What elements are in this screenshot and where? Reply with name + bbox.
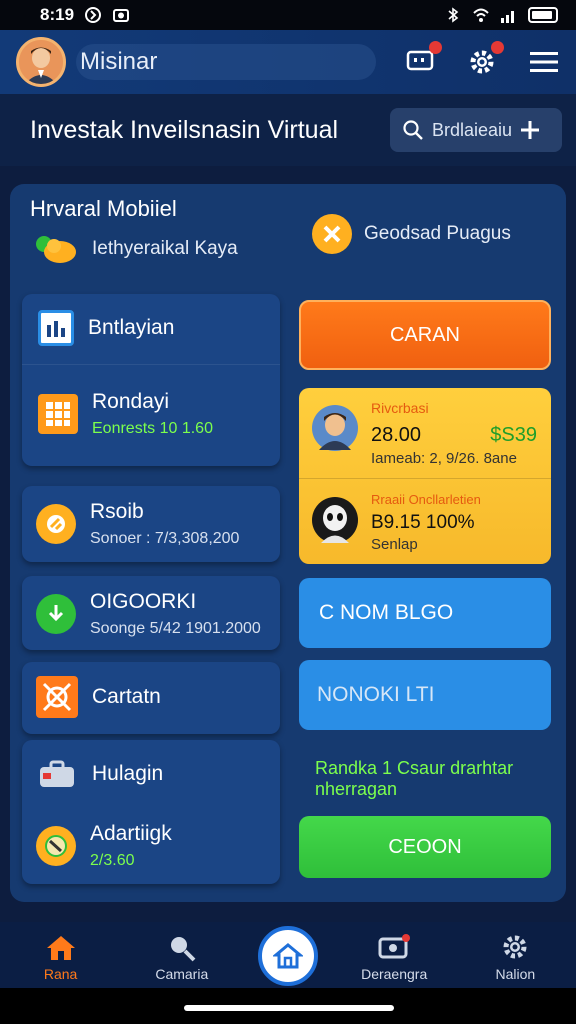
list-item[interactable]: Adartiigk 2/3.60 bbox=[36, 822, 172, 870]
app-title-box: Misinar bbox=[76, 44, 376, 80]
menu-button[interactable] bbox=[528, 46, 560, 78]
summary-top-value: 28.00 bbox=[371, 424, 422, 446]
list-item-sub: Eonrests 10 1.60 bbox=[92, 420, 213, 437]
status-bar: 8:19 bbox=[0, 0, 576, 30]
status-time: 8:19 bbox=[40, 5, 75, 24]
briefcase-icon bbox=[36, 756, 78, 792]
badge-circle-icon bbox=[312, 214, 352, 254]
nav-item-messages[interactable]: Deraengra bbox=[344, 934, 444, 982]
panel-heading: Hrvaral Mobiiel bbox=[30, 196, 177, 221]
cross-icon bbox=[323, 225, 341, 243]
promo-text: Randka 1 Csaur drarhtar nherragan bbox=[315, 758, 514, 799]
panel-right-heading: Geodsad Puagus bbox=[312, 214, 511, 254]
summary-top-sub: Iameab: 2, 9/26. 8ane bbox=[371, 450, 517, 467]
chat-icon bbox=[406, 50, 434, 71]
wifi-icon bbox=[473, 8, 489, 22]
signal-icon bbox=[501, 11, 514, 23]
notification-icon bbox=[85, 7, 102, 23]
list-item[interactable]: Hulagin bbox=[36, 756, 163, 792]
grid-icon bbox=[38, 394, 78, 434]
nav-label: Rana bbox=[43, 966, 78, 982]
cloud-icon bbox=[36, 236, 76, 263]
summary-bottom-value: B9.15 100% bbox=[371, 512, 475, 533]
messages-badge bbox=[429, 41, 442, 54]
center-home-button[interactable] bbox=[258, 926, 318, 986]
nav-label: Camaria bbox=[155, 966, 209, 982]
list-item[interactable]: Rondayi Eonrests 10 1.60 bbox=[38, 390, 213, 438]
bar-chart-icon bbox=[38, 310, 74, 346]
blue-button-secondary[interactable]: NONOKI LTI bbox=[299, 660, 551, 730]
page-title: Investak Inveilsnasin Virtual bbox=[30, 115, 339, 144]
summary-top-amount: $S39 bbox=[490, 424, 537, 446]
user-avatar-icon bbox=[19, 40, 63, 84]
summary-bottom-avatar bbox=[311, 496, 359, 549]
nav-label: Deraengra bbox=[361, 966, 428, 982]
list-item[interactable]: Bntlayian bbox=[38, 310, 174, 346]
panel-sub-label: Iethyeraikal Kaya bbox=[92, 238, 238, 259]
home-indicator[interactable] bbox=[184, 1005, 394, 1011]
person-avatar-icon bbox=[312, 405, 358, 451]
list-item[interactable]: OIGOORKI Soonge 5/42 1901.2000 bbox=[22, 576, 280, 650]
camera-status-icon bbox=[113, 9, 130, 22]
panel-subheading: Iethyeraikal Kaya bbox=[34, 232, 238, 266]
house-outline-icon bbox=[273, 943, 303, 969]
robot-avatar-icon bbox=[312, 497, 358, 543]
blue-button-primary[interactable]: C NOM BLGO bbox=[299, 578, 551, 648]
messages-button[interactable] bbox=[404, 41, 442, 78]
primary-action-button[interactable]: CARAN bbox=[299, 300, 551, 370]
card-group-1: Bntlayian Rondayi Eonrests 10 1.60 bbox=[22, 294, 280, 466]
home-icon bbox=[46, 936, 75, 960]
settings-gear-icon bbox=[503, 935, 527, 959]
search-person-icon bbox=[170, 937, 196, 962]
clock-icon bbox=[36, 826, 76, 866]
search-button[interactable]: Brdlaieaiu bbox=[390, 108, 562, 152]
list-item-label: Adartiigk bbox=[90, 822, 172, 845]
bluetooth-icon bbox=[448, 7, 459, 23]
list-item-label: Bntlayian bbox=[88, 316, 175, 339]
settings-button[interactable] bbox=[466, 41, 504, 78]
coin-icon bbox=[36, 504, 76, 544]
hamburger-icon bbox=[530, 52, 558, 72]
list-item-sub: 2/3.60 bbox=[90, 852, 135, 869]
list-item[interactable]: Rsoib Sonoer : 7/3,308,200 bbox=[22, 486, 280, 562]
summary-top-avatar bbox=[311, 404, 359, 457]
search-label: Brdlaieaiu bbox=[432, 119, 513, 140]
plus-icon bbox=[521, 121, 540, 139]
list-item-label: Hulagin bbox=[92, 762, 164, 785]
list-item-sub: Soonge 5/42 1901.2000 bbox=[90, 620, 261, 637]
battery-icon bbox=[528, 7, 558, 23]
nav-item-camera[interactable]: Camaria bbox=[132, 934, 232, 982]
list-item-label: Cartatn bbox=[92, 685, 161, 708]
app-header: Misinar bbox=[0, 30, 576, 94]
list-item-sub: Sonoer : 7/3,308,200 bbox=[90, 530, 240, 547]
list-item-label: Rondayi bbox=[92, 390, 170, 413]
summary-bottom-sub: Senlap bbox=[371, 536, 418, 553]
summary-card[interactable]: Rivcrbasi 28.00 $S39 Iameab: 2, 9/26. 8a… bbox=[299, 388, 551, 564]
title-band: Investak Inveilsnasin Virtual Brdlaieaiu bbox=[0, 94, 576, 166]
panel-right-label: Geodsad Puagus bbox=[364, 223, 511, 244]
nav-item-settings[interactable]: Nalion bbox=[465, 932, 565, 982]
avatar[interactable] bbox=[16, 37, 66, 87]
list-item-label: Rsoib bbox=[90, 500, 144, 523]
download-icon bbox=[36, 594, 76, 634]
confirm-button[interactable]: CEOON bbox=[299, 816, 551, 878]
app-title: Misinar bbox=[80, 48, 158, 75]
list-item[interactable]: Cartatn bbox=[22, 662, 280, 734]
summary-top-title: Rivcrbasi bbox=[371, 400, 429, 416]
card-group-2: Hulagin Adartiigk 2/3.60 bbox=[22, 740, 280, 884]
settings-badge bbox=[491, 41, 504, 54]
nav-label: Nalion bbox=[495, 966, 536, 982]
search-icon bbox=[403, 120, 423, 140]
tv-icon bbox=[378, 934, 411, 959]
main-panel: Hrvaral Mobiiel Iethyeraikal Kaya Geodsa… bbox=[10, 184, 566, 902]
cancel-box-icon bbox=[36, 676, 78, 718]
list-item-label: OIGOORKI bbox=[90, 590, 197, 613]
nav-item-home[interactable]: Rana bbox=[11, 934, 111, 982]
summary-bottom-title: Rraaii Oncllarletien bbox=[371, 492, 481, 507]
